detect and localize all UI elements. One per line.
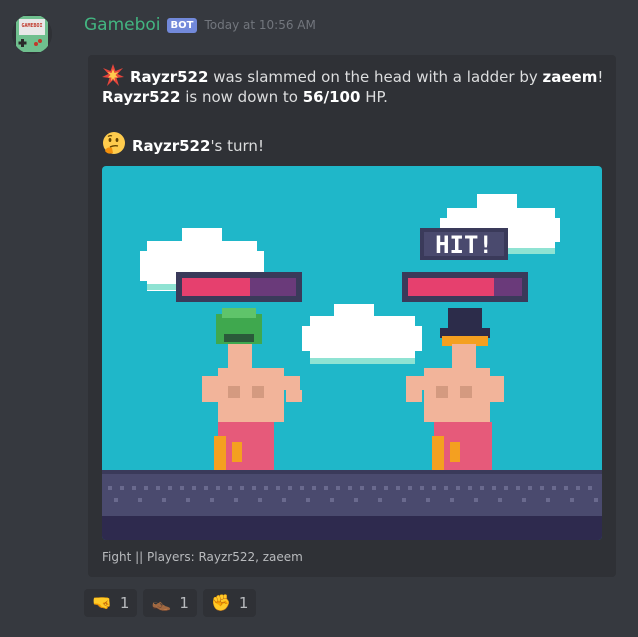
ground bbox=[102, 470, 602, 540]
avatar-label: GAMEBOI bbox=[21, 23, 42, 29]
bot-username[interactable]: Gameboi bbox=[84, 15, 161, 35]
player1-health-bar bbox=[176, 272, 302, 302]
player2-health-bar bbox=[402, 272, 528, 302]
attack-line: Rayzr522 was slammed on the head with a … bbox=[102, 64, 603, 90]
hp-value: 56/100 bbox=[302, 88, 361, 106]
reaction-count: 1 bbox=[119, 594, 130, 612]
attack-end: ! bbox=[597, 68, 604, 86]
raised-fist-icon: ✊ bbox=[210, 593, 231, 612]
turn-player-name: Rayzr522 bbox=[132, 137, 211, 155]
embed-footer: Fight || Players: Rayzr522, zaeem bbox=[102, 550, 303, 564]
fist-right-icon: 🤜 bbox=[92, 593, 112, 612]
reaction-fist-right[interactable]: 🤜 1 bbox=[84, 589, 138, 617]
attack-text: was slammed on the head with a ladder by bbox=[208, 68, 543, 86]
hp-text: is now down to bbox=[180, 88, 303, 106]
collision-icon bbox=[102, 64, 124, 90]
fight-embed: Rayzr522 was slammed on the head with a … bbox=[88, 55, 616, 577]
reaction-shoe[interactable]: 👞 1 bbox=[143, 589, 197, 617]
player1-health-fill bbox=[182, 278, 250, 296]
hit-banner: HIT! bbox=[420, 228, 508, 260]
hp-line: Rayzr522 is now down to 56/100 HP. bbox=[102, 88, 388, 106]
bot-tag: BOT bbox=[166, 17, 198, 33]
fight-scene-image[interactable]: HIT! bbox=[102, 166, 602, 540]
reaction-raised-fist[interactable]: ✊ 1 bbox=[202, 589, 257, 617]
message-timestamp: Today at 10:56 AM bbox=[204, 18, 316, 32]
reaction-count: 1 bbox=[179, 594, 189, 612]
victim-name-2: Rayzr522 bbox=[102, 88, 181, 106]
shoe-icon: 👞 bbox=[151, 593, 172, 612]
message-header: Gameboi BOT Today at 10:56 AM bbox=[84, 14, 316, 36]
gameboy-icon: GAMEBOI bbox=[12, 14, 52, 54]
player2-health-fill bbox=[408, 278, 494, 296]
turn-line: Rayzr522's turn! bbox=[102, 131, 264, 159]
victim-name: Rayzr522 bbox=[130, 68, 209, 86]
attacker-name: zaeem bbox=[542, 68, 598, 86]
turn-text: 's turn! bbox=[210, 137, 264, 155]
thinking-face-icon bbox=[102, 131, 126, 159]
reactions-bar: 🤜 1 👞 1 ✊ 1 bbox=[84, 589, 257, 617]
reaction-count: 1 bbox=[238, 594, 249, 612]
hit-text: HIT! bbox=[435, 231, 493, 259]
hp-end: HP. bbox=[360, 88, 388, 106]
bot-avatar[interactable]: GAMEBOI bbox=[12, 14, 52, 54]
